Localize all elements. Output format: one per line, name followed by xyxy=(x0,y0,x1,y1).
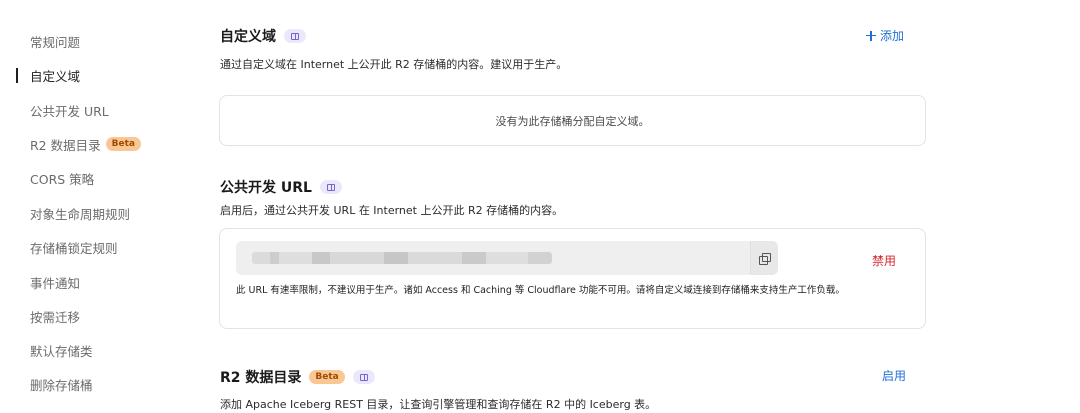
book-icon[interactable] xyxy=(319,180,342,194)
sidebar-item-label: 常规问题 xyxy=(30,34,81,50)
sidebar-item-label: 删除存储桶 xyxy=(30,377,93,393)
sidebar-item-event-notifications[interactable]: 事件通知 xyxy=(30,272,80,292)
sidebar-item-label: 公共开发 URL xyxy=(30,103,109,119)
public-url-description: 启用后，通过公共开发 URL 在 Internet 上公开此 R2 存储桶的内容… xyxy=(220,204,564,217)
book-icon[interactable] xyxy=(352,370,375,384)
sidebar-item-label: 事件通知 xyxy=(30,275,81,291)
sidebar-item-label: R2 数据目录 xyxy=(30,137,101,153)
sidebar-item-label: 自定义域 xyxy=(30,68,81,84)
add-custom-domain-button[interactable]: 添加 xyxy=(866,27,904,44)
sidebar-item-public-url[interactable]: 公共开发 URL xyxy=(30,100,109,120)
plus-icon xyxy=(866,30,876,41)
disable-public-url-button[interactable]: 禁用 xyxy=(872,252,896,269)
sidebar-item-default-storage-class[interactable]: 默认存储类 xyxy=(30,340,93,360)
book-icon[interactable] xyxy=(284,29,306,43)
copy-icon xyxy=(759,252,771,265)
active-nav-indicator xyxy=(16,68,18,83)
section-title-text: 公共开发 URL xyxy=(220,180,312,196)
beta-badge: Beta xyxy=(105,137,141,151)
data-catalog-description: 添加 Apache Iceberg REST 目录，让查询引擎管理和查询存储在 … xyxy=(220,398,657,411)
sidebar-item-label: CORS 策略 xyxy=(30,171,95,187)
public-url-title: 公共开发 URL xyxy=(220,177,342,197)
sidebar-item-bucket-lock[interactable]: 存储桶锁定规则 xyxy=(30,237,118,257)
sidebar-item-label: 按需迁移 xyxy=(30,309,81,325)
sidebar-item-cors[interactable]: CORS 策略 xyxy=(30,168,94,188)
sidebar-item-label: 默认存储类 xyxy=(30,343,93,359)
sidebar-item-label: 存储桶锁定规则 xyxy=(30,240,118,256)
beta-badge: Beta xyxy=(309,370,345,384)
add-label: 添加 xyxy=(880,29,905,43)
sidebar-item-delete-bucket[interactable]: 删除存储桶 xyxy=(30,374,93,394)
sidebar-item-label: 对象生命周期规则 xyxy=(30,206,131,222)
public-url-panel: 禁用 此 URL 有速率限制，不建议用于生产。诸如 Access 和 Cachi… xyxy=(219,228,926,329)
data-catalog-title: R2 数据目录 Beta xyxy=(220,367,375,387)
custom-domain-title: 自定义域 xyxy=(220,26,306,46)
custom-domain-empty-panel: 没有为此存储桶分配自定义域。 xyxy=(219,95,926,146)
settings-sidebar: 常规问题 自定义域 公共开发 URL R2 数据目录 Beta CORS 策略 对… xyxy=(0,0,200,413)
redacted-url xyxy=(252,252,552,264)
sidebar-item-general[interactable]: 常规问题 xyxy=(30,31,80,51)
rate-limit-note: 此 URL 有速率限制，不建议用于生产。诸如 Access 和 Caching … xyxy=(236,285,845,296)
custom-domain-description: 通过自定义域在 Internet 上公开此 R2 存储桶的内容。建议用于生产。 xyxy=(220,58,568,71)
empty-state-text: 没有为此存储桶分配自定义域。 xyxy=(495,115,650,128)
enable-data-catalog-button[interactable]: 启用 xyxy=(882,367,906,384)
sidebar-item-migration[interactable]: 按需迁移 xyxy=(30,306,80,326)
copy-url-button[interactable] xyxy=(750,241,778,275)
sidebar-item-lifecycle[interactable]: 对象生命周期规则 xyxy=(30,203,130,223)
sidebar-item-data-catalog[interactable]: R2 数据目录 Beta xyxy=(30,134,141,154)
section-title-text: 自定义域 xyxy=(220,29,276,45)
sidebar-item-custom-domain[interactable]: 自定义域 xyxy=(30,65,80,85)
public-url-field[interactable] xyxy=(236,241,778,275)
section-title-text: R2 数据目录 xyxy=(220,370,302,386)
